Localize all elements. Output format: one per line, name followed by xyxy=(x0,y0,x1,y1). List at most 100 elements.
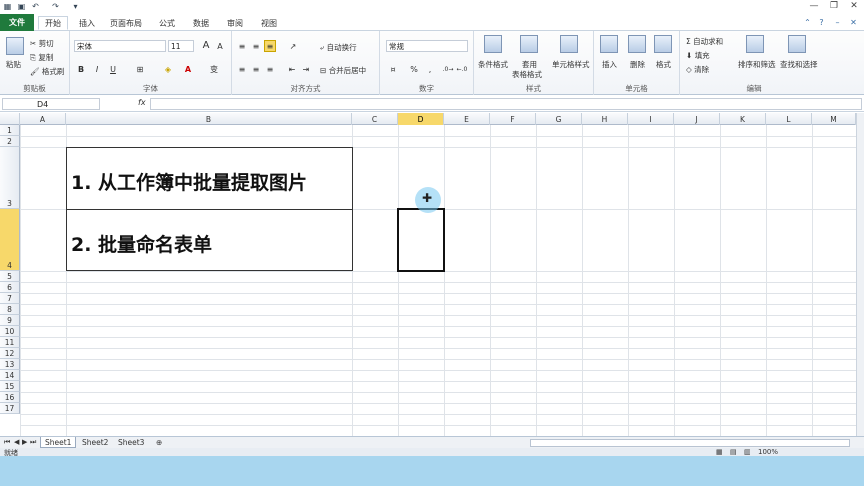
minimize-ribbon-icon[interactable]: ⌃ xyxy=(802,17,813,28)
name-box[interactable]: D4 xyxy=(2,98,100,110)
align-middle-icon[interactable]: ≡ xyxy=(250,40,262,52)
column-header[interactable]: E xyxy=(444,113,490,125)
save-icon[interactable]: ▣ xyxy=(16,1,27,12)
grow-font-button[interactable]: A xyxy=(200,39,212,52)
font-name-select[interactable]: 宋体 xyxy=(74,40,166,52)
row-header[interactable]: 10 xyxy=(0,326,20,337)
font-color-icon[interactable]: A xyxy=(180,63,196,76)
column-header[interactable]: I xyxy=(628,113,674,125)
row-header[interactable]: 12 xyxy=(0,348,20,359)
tab-page-layout[interactable]: 页面布局 xyxy=(106,16,146,30)
underline-button[interactable]: U xyxy=(106,63,120,76)
tab-file[interactable]: 文件 xyxy=(0,14,34,31)
clear-button[interactable]: ◇ 清除 xyxy=(686,64,709,75)
increase-indent-icon[interactable]: ⇥ xyxy=(300,63,312,75)
prev-sheet-icon[interactable]: ◀ xyxy=(14,438,19,446)
undo-icon[interactable]: ↶ xyxy=(30,1,41,12)
column-header-selected[interactable]: D xyxy=(398,113,444,125)
find-select-button[interactable]: 查找和选择 xyxy=(780,59,818,70)
select-all-corner[interactable] xyxy=(0,113,20,125)
decrease-decimal-icon[interactable]: ←.0 xyxy=(456,63,468,75)
workbook-close-icon[interactable]: ✕ xyxy=(848,17,859,28)
decrease-indent-icon[interactable]: ⇤ xyxy=(286,63,298,75)
currency-icon[interactable]: ¤ xyxy=(386,63,400,75)
align-right-icon[interactable]: ≡ xyxy=(264,63,276,75)
insert-function-button[interactable]: fx xyxy=(138,98,146,107)
row-header[interactable]: 5 xyxy=(0,271,20,282)
sheet-tab-sheet3[interactable]: Sheet3 xyxy=(114,437,148,448)
row-header[interactable]: 15 xyxy=(0,381,20,392)
row-header[interactable]: 17 xyxy=(0,403,20,414)
row-header[interactable]: 2 xyxy=(0,136,20,147)
align-left-icon[interactable]: ≡ xyxy=(236,63,248,75)
restore-button[interactable]: ❐ xyxy=(826,0,842,12)
row-header[interactable]: 3 xyxy=(0,147,20,209)
excel-app-icon[interactable]: ▦ xyxy=(2,1,13,12)
sort-filter-icon[interactable] xyxy=(746,35,764,53)
format-cells-button[interactable]: 格式 xyxy=(656,59,671,70)
borders-icon[interactable]: ⊞ xyxy=(132,63,148,76)
redo-icon[interactable]: ↷ xyxy=(50,1,61,12)
delete-cells-icon[interactable] xyxy=(628,35,646,53)
insert-cells-button[interactable]: 插入 xyxy=(602,59,617,70)
column-header[interactable]: B xyxy=(66,113,352,125)
column-header[interactable]: C xyxy=(352,113,398,125)
font-size-select[interactable]: 11 xyxy=(168,40,194,52)
sort-filter-button[interactable]: 排序和筛选 xyxy=(738,59,776,70)
horizontal-scrollbar[interactable] xyxy=(530,439,850,447)
column-header[interactable]: K xyxy=(720,113,766,125)
row-header[interactable]: 13 xyxy=(0,359,20,370)
orientation-icon[interactable]: ↗ xyxy=(286,40,300,52)
tab-insert[interactable]: 插入 xyxy=(72,16,102,30)
first-sheet-icon[interactable]: ⏮ xyxy=(4,438,10,447)
active-cell-d4[interactable] xyxy=(397,208,445,272)
tab-review[interactable]: 审阅 xyxy=(220,16,250,30)
row-header[interactable]: 8 xyxy=(0,304,20,315)
phonetic-button[interactable]: 变 xyxy=(206,63,222,76)
comma-button[interactable]: , xyxy=(424,63,436,75)
number-format-select[interactable]: 常规 xyxy=(386,40,468,52)
paste-icon[interactable] xyxy=(6,37,24,55)
row-header[interactable]: 1 xyxy=(0,125,20,136)
cell-styles-icon[interactable] xyxy=(560,35,578,53)
vertical-scrollbar[interactable] xyxy=(856,113,864,436)
qat-customize-icon[interactable]: ▾ xyxy=(70,1,81,12)
column-header[interactable]: G xyxy=(536,113,582,125)
format-cells-icon[interactable] xyxy=(654,35,672,53)
cell-styles-button[interactable]: 单元格样式 xyxy=(552,59,590,70)
insert-cells-icon[interactable] xyxy=(600,35,618,53)
cell-b4[interactable]: 2. 批量命名表单 xyxy=(66,209,353,271)
page-layout-view-icon[interactable]: ▤ xyxy=(730,448,737,456)
fill-color-icon[interactable]: ◈ xyxy=(160,63,176,76)
help-icon[interactable]: ? xyxy=(816,17,827,28)
tab-data[interactable]: 数据 xyxy=(186,16,216,30)
tab-home[interactable]: 开始 xyxy=(38,16,68,30)
cell-b3[interactable]: 1. 从工作簿中批量提取图片 xyxy=(66,147,353,210)
column-header[interactable]: F xyxy=(490,113,536,125)
fill-button[interactable]: ⬇ 填充 xyxy=(686,50,710,61)
column-header[interactable]: A xyxy=(20,113,66,125)
delete-cells-button[interactable]: 删除 xyxy=(630,59,645,70)
normal-view-icon[interactable]: ▦ xyxy=(716,448,723,456)
merge-center-button[interactable]: ⊟ 合并后居中 xyxy=(320,65,366,76)
close-button[interactable]: ✕ xyxy=(846,0,862,12)
wrap-text-button[interactable]: ⤶ 自动换行 xyxy=(320,42,357,53)
page-break-view-icon[interactable]: ▥ xyxy=(744,448,751,456)
row-header[interactable]: 14 xyxy=(0,370,20,381)
increase-decimal-icon[interactable]: .0→ xyxy=(442,63,454,75)
find-select-icon[interactable] xyxy=(788,35,806,53)
bold-button[interactable]: B xyxy=(74,63,88,76)
copy-button[interactable]: ⎘ 复制 xyxy=(30,52,53,63)
tab-formulas[interactable]: 公式 xyxy=(152,16,182,30)
format-as-table-icon[interactable] xyxy=(520,35,538,53)
italic-button[interactable]: I xyxy=(90,63,104,76)
align-bottom-icon[interactable]: ≡ xyxy=(264,40,276,52)
conditional-format-icon[interactable] xyxy=(484,35,502,53)
percent-button[interactable]: % xyxy=(408,63,420,75)
cut-button[interactable]: ✂ 剪切 xyxy=(30,38,54,49)
column-header[interactable]: J xyxy=(674,113,720,125)
column-header[interactable]: H xyxy=(582,113,628,125)
row-header[interactable]: 6 xyxy=(0,282,20,293)
column-header[interactable]: M xyxy=(812,113,856,125)
row-header[interactable]: 9 xyxy=(0,315,20,326)
